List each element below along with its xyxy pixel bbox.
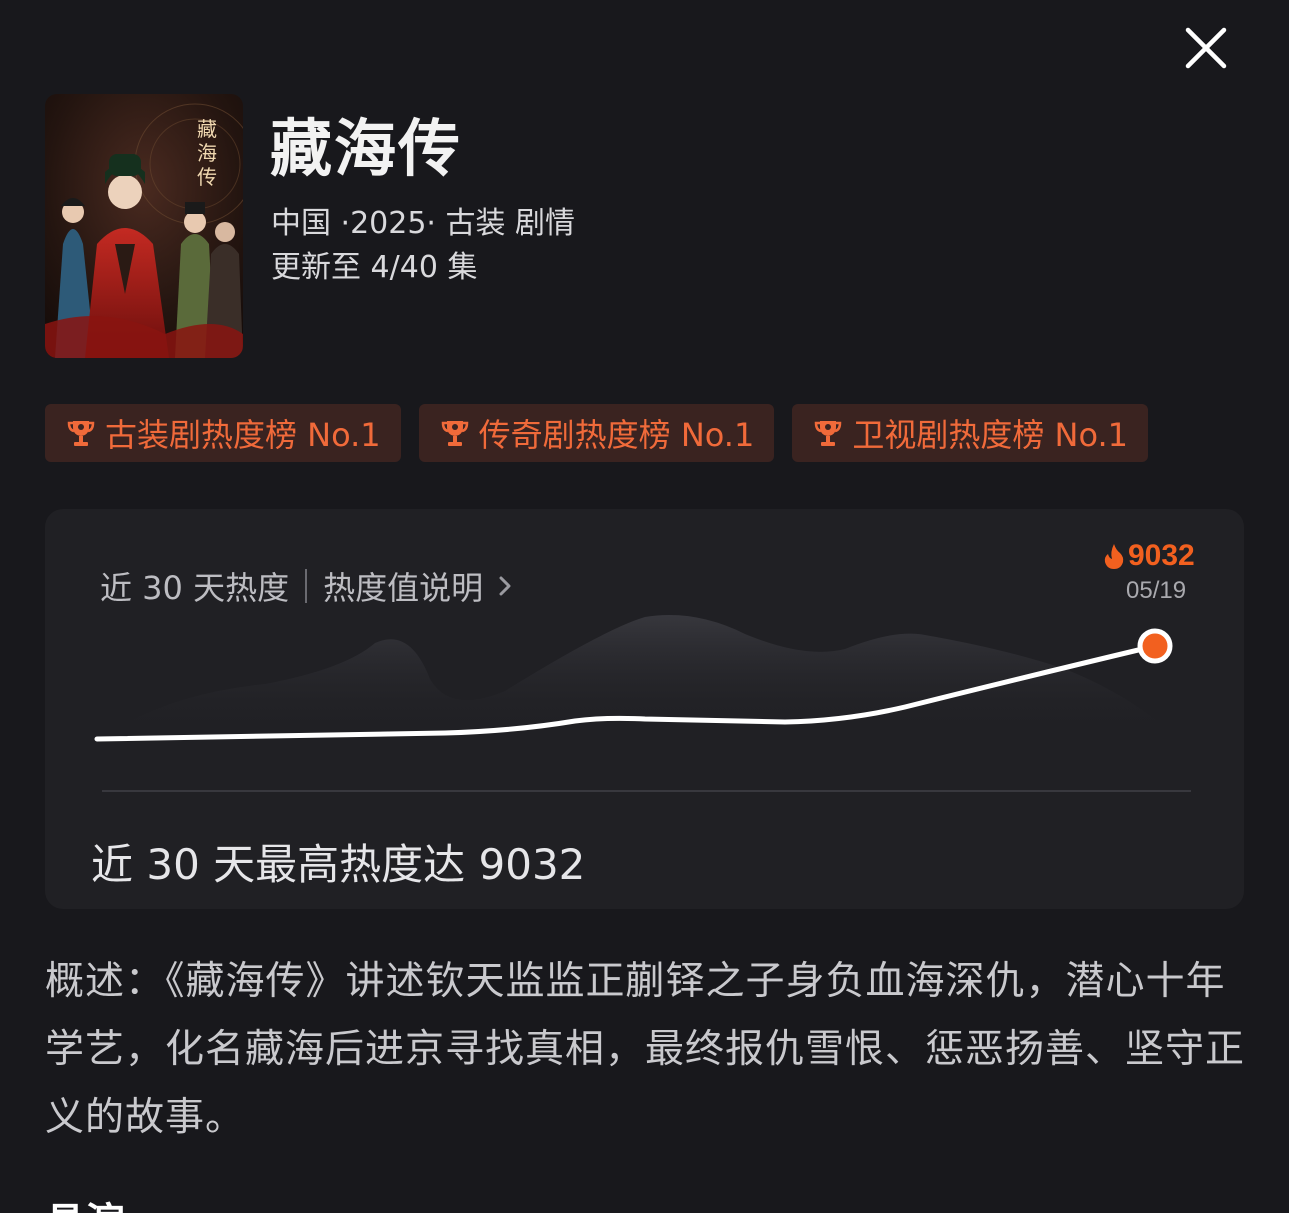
peak-value: 9032 <box>1128 539 1195 572</box>
peak-value-row: 9032 <box>1102 539 1262 573</box>
badge-costume-drama[interactable]: 古装剧热度榜 No.1 <box>45 404 401 462</box>
heat-card: 近 30 天热度 热度值说明 9032 05/19 近 30 天最高热度达 90… <box>45 509 1244 909</box>
ranking-badges: 古装剧热度榜 No.1 传奇剧热度榜 No.1 卫视剧热度榜 No.1 <box>45 404 1149 462</box>
badge-legend-drama[interactable]: 传奇剧热度榜 No.1 <box>418 404 775 462</box>
flame-icon <box>1104 544 1124 569</box>
header-divider <box>305 569 308 603</box>
poster-illustration: 藏 海 传 <box>45 94 243 358</box>
trophy-icon <box>67 421 95 446</box>
poster-calligraphy-2: 海 <box>197 141 217 165</box>
badge-label: 古装剧热度榜 No.1 <box>105 416 381 454</box>
drama-title: 藏海传 <box>270 112 463 185</box>
synopsis: 概述：《藏海传》讲述钦天监监正蒯铎之子身负血海深仇，潜心十年学艺，化名藏海后进京… <box>45 959 1246 1140</box>
trophy-icon <box>815 421 842 446</box>
peak-point[interactable] <box>1137 628 1173 664</box>
chevron-right-icon <box>499 576 511 596</box>
badge-label: 卫视剧热度榜 No.1 <box>852 416 1129 454</box>
poster-calligraphy-1: 藏 <box>197 117 217 141</box>
close-icon <box>1185 27 1227 69</box>
badge-label: 传奇剧热度榜 No.1 <box>478 416 755 454</box>
drama-meta: 中国 ·2025· 古装 剧情 更新至 4/40 集 <box>271 202 575 290</box>
heat-header: 近 30 天热度 热度值说明 <box>100 563 517 609</box>
peak-date: 05/19 <box>1126 577 1187 604</box>
heat-info-label: 热度值说明 <box>323 569 484 607</box>
update-line: 更新至 4/40 集 <box>271 250 478 285</box>
heat-period-label: 近 30 天热度 <box>100 569 290 607</box>
heat-info-link[interactable]: 热度值说明 <box>323 563 517 609</box>
badge-satellite-drama[interactable]: 卫视剧热度榜 No.1 <box>792 404 1149 462</box>
poster-image[interactable]: 藏 海 传 <box>45 94 243 358</box>
cast-section-title: 具演 <box>45 1190 125 1213</box>
close-button[interactable] <box>1180 22 1232 74</box>
peak-label: 9032 05/19 <box>1102 539 1262 605</box>
poster-calligraphy-3: 传 <box>197 165 217 189</box>
meta-line: 中国 ·2025· 古装 剧情 <box>271 206 576 241</box>
trophy-icon <box>441 421 468 446</box>
heat-summary: 近 30 天最高热度达 9032 <box>91 840 586 889</box>
